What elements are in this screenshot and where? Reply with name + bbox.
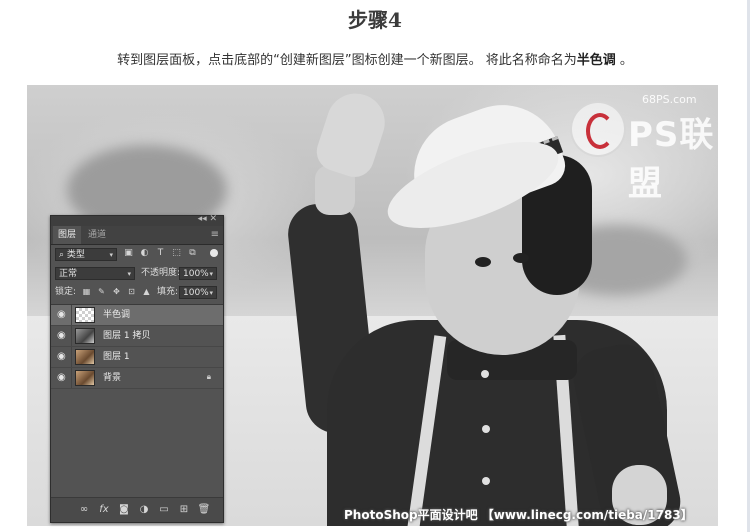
layer-row-layer1-copy[interactable]: ◉ 图层 1 拷贝 [51,326,223,347]
link-layers-icon[interactable]: ∞ [77,503,91,517]
new-layer-icon[interactable]: ⊞ [177,503,191,517]
lock-image-icon[interactable]: ✎ [96,286,107,297]
logo-site: 68PS.com [642,93,697,106]
blend-mode-select[interactable]: 正常 ▾ [55,267,135,280]
divider [71,305,72,325]
opacity-label: 不透明度: [141,268,181,278]
shape-filter-icon[interactable]: ⬚ [171,248,182,259]
watermark-text: PhotoShop平面设计吧 【www.linecg.com/tieba/178… [344,508,693,522]
shirt-button [482,477,490,485]
blend-mode-value: 正常 [59,269,78,279]
visibility-eye-icon[interactable]: ◉ [57,330,69,342]
visibility-eye-icon[interactable]: ◉ [57,351,69,363]
layer-thumbnail [75,349,95,365]
filter-kind-label: 类型 [66,250,85,260]
panel-tabs: 图层 通道 ≡ [51,226,223,245]
add-mask-icon[interactable]: ◙ [117,503,131,517]
layer-name[interactable]: 图层 1 拷贝 [103,330,150,342]
collapse-close-icon[interactable]: ◂◂ ✕ [198,214,217,224]
smart-object-filter-icon[interactable]: ⧉ [187,248,198,259]
fill-value: 100% [183,288,209,298]
opacity-field[interactable]: 100% ▾ [179,267,217,280]
delete-icon[interactable]: 🗑︎ [197,503,211,517]
lock-transparent-icon[interactable]: ▦ [81,286,92,297]
adjustment-layer-icon[interactable]: ◑ [137,503,151,517]
instruction-before: 转到图层面板，点击底部的“创建新图层”图标创建一个新图层。 将此名称命名为 [117,53,577,68]
panel-menu-icon[interactable]: ≡ [211,229,219,240]
new-group-icon[interactable]: ▭ [157,503,171,517]
ps-union-logo: PS联盟 68PS.com [570,93,718,204]
ps-logo-icon [570,101,626,157]
lock-row: 锁定: ▦ ✎ ✥ ⊡ ▲ 填充: 100% ▾ [51,283,223,302]
layers-panel: ◂◂ ✕ 图层 通道 ≡ ⌕ 类型 ▾ ▣ ◐ T ⬚ ⧉ 正常 ▾ 不透明度:… [50,214,224,523]
divider [71,347,72,367]
step-title: 步骤4 [348,8,402,32]
filter-row: ⌕ 类型 ▾ ▣ ◐ T ⬚ ⧉ [51,245,223,264]
instruction-layer-name: 半色调 [576,53,616,68]
lock-label: 锁定: [55,287,77,297]
layer-name[interactable]: 背景 [103,372,121,384]
child-eye [475,257,491,267]
layer-thumbnail [75,370,95,386]
logo-text: PS联盟 [628,115,715,204]
instruction-after: 。 [615,53,633,68]
chevron-down-icon: ▾ [209,270,213,278]
visibility-eye-icon[interactable]: ◉ [57,309,69,321]
fill-label: 填充: [157,287,179,297]
adjustment-filter-icon[interactable]: ◐ [139,248,150,259]
blend-row: 正常 ▾ 不透明度: 100% ▾ [51,264,223,283]
search-icon: ⌕ [59,250,65,260]
chevron-down-icon: ▾ [209,289,213,297]
lock-position-icon[interactable]: ✥ [111,286,122,297]
instruction-text: 转到图层面板，点击底部的“创建新图层”图标创建一个新图层。 将此名称命名为半色调… [0,49,750,68]
child-eye [513,253,529,263]
lock-artboard-icon[interactable]: ⊡ [126,286,137,297]
image-filter-icon[interactable]: ▣ [123,248,134,259]
layer-row-background[interactable]: ◉ 背景 🔒︎ [51,368,223,389]
filter-kind-select[interactable]: ⌕ 类型 ▾ [55,248,117,261]
shirt-button [481,370,489,378]
tab-layers[interactable]: 图层 [53,226,82,244]
lock-all-icon[interactable]: ▲ [141,286,152,297]
opacity-value: 100% [183,269,209,279]
layer-row-layer1[interactable]: ◉ 图层 1 [51,347,223,368]
fx-icon[interactable]: fx [97,503,111,517]
visibility-eye-icon[interactable]: ◉ [57,372,69,384]
lock-icon: 🔒︎ [206,372,211,381]
type-filter-icon[interactable]: T [155,248,166,259]
layers-list: ◉ 半色调 ◉ 图层 1 拷贝 ◉ 图层 1 ◉ 背景 🔒︎ [51,304,223,495]
layer-name[interactable]: 半色调 [103,309,130,321]
layer-row-halftone[interactable]: ◉ 半色调 [51,305,223,326]
layer-name[interactable]: 图层 1 [103,351,130,363]
shirt-button [482,425,490,433]
divider [71,326,72,346]
tab-channels[interactable]: 通道 [83,226,111,244]
chevron-down-icon: ▾ [109,251,113,259]
chevron-down-icon: ▾ [127,270,131,278]
layer-thumbnail [75,328,95,344]
fill-field[interactable]: 100% ▾ [179,286,217,299]
divider [71,368,72,388]
panel-bottom-bar: ∞ fx ◙ ◑ ▭ ⊞ 🗑︎ [51,497,223,522]
panel-title-bar[interactable]: ◂◂ ✕ [51,214,223,226]
filter-toggle[interactable] [210,249,218,257]
layer-thumbnail [75,307,95,323]
